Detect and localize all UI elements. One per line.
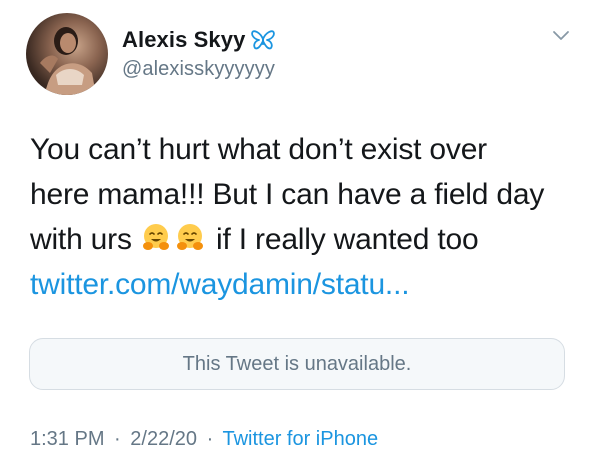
tweet-source[interactable]: Twitter for iPhone xyxy=(222,428,378,450)
tweet-line-3: with urs if I really wanted too xyxy=(30,217,575,262)
avatar-photo xyxy=(40,27,96,95)
tweet-line-1: You can’t hurt what don’t exist over xyxy=(30,133,487,166)
hugging-face-emoji xyxy=(176,224,203,250)
quoted-tweet-unavailable: This Tweet is unavailable. xyxy=(29,338,565,390)
avatar[interactable] xyxy=(26,13,108,95)
tweet-line-3-start: with urs xyxy=(30,223,132,256)
tweet-link[interactable]: twitter.com/waydamin/statu... xyxy=(30,262,575,307)
hugging-face-emoji xyxy=(142,224,169,250)
tweet-meta: 1:31 PM · 2/22/20 · Twitter for iPhone xyxy=(30,428,378,451)
unavailable-text: This Tweet is unavailable. xyxy=(182,352,412,375)
chevron-down-icon[interactable] xyxy=(551,29,571,43)
display-name[interactable]: Alexis Skyy xyxy=(122,27,245,53)
meta-separator: · xyxy=(114,428,121,450)
author-name-row[interactable]: Alexis Skyy xyxy=(122,27,276,53)
tweet-line-2: here mama!!! But I can have a field day xyxy=(30,178,545,211)
tweet-text: You can’t hurt what don’t exist over her… xyxy=(30,127,575,307)
tweet-date[interactable]: 2/22/20 xyxy=(130,428,197,450)
butterfly-icon xyxy=(251,29,276,51)
tweet-time[interactable]: 1:31 PM xyxy=(30,428,104,450)
handle[interactable]: @alexisskyyyyyy xyxy=(122,58,275,81)
tweet-card: Alexis Skyy @alexisskyyyyyy You can’t hu… xyxy=(0,0,595,472)
tweet-line-3-end: if I really wanted too xyxy=(216,223,479,256)
meta-separator: · xyxy=(206,428,214,450)
